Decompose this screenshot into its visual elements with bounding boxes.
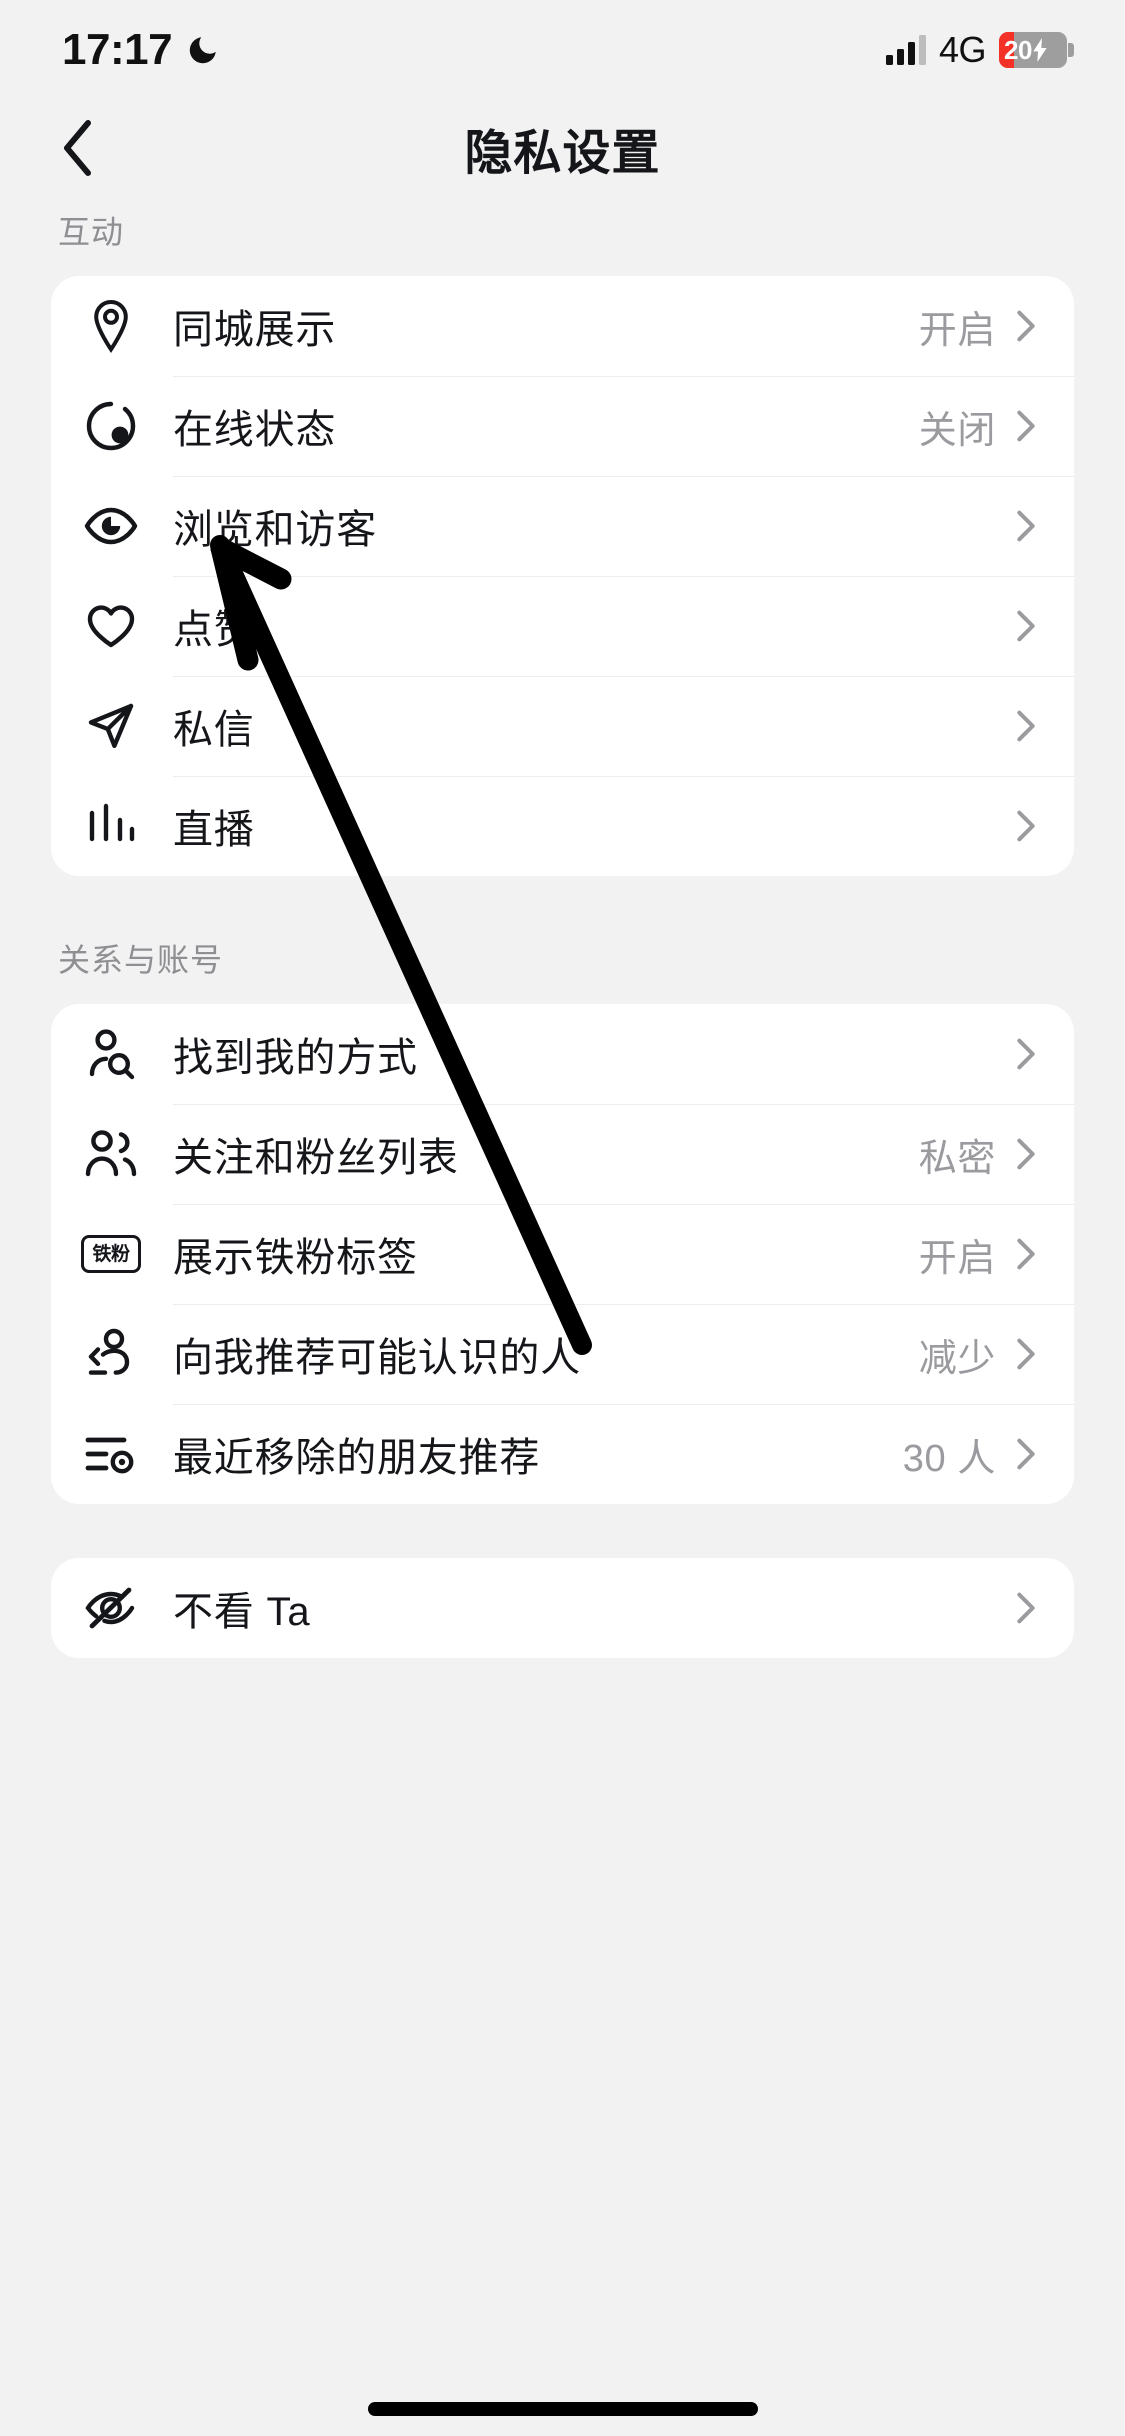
status-bar-left: 17:17 [62,28,220,72]
fan-badge-icon: 铁粉 [79,1222,143,1286]
network-type-label: 4G [938,29,987,70]
settings-row-likes[interactable]: 点赞 [51,576,1074,676]
battery-percent-label: 20 [1004,35,1032,65]
settings-row-online-status[interactable]: 在线状态 关闭 [51,376,1074,476]
moon-icon [189,37,216,64]
paper-plane-icon [79,694,143,758]
battery-indicator: 20 [999,32,1074,68]
chevron-left-icon [64,120,91,176]
list-remove-icon [79,1422,143,1486]
settings-content: 互动 同城展示 开启 在线状态 关闭 浏览和访客 点赞 私信 直播 关系与账号 … [0,196,1125,1658]
settings-row-label: 不看 Ta [173,1590,311,1634]
chevron-right-icon [1016,1237,1036,1271]
chevron-right-icon [1016,409,1036,443]
settings-row-label: 点赞 [173,608,255,652]
eye-icon [79,494,143,558]
settings-row-label: 向我推荐可能认识的人 [173,1336,581,1380]
person-search-icon [79,1022,143,1086]
settings-row-label: 在线状态 [173,408,337,452]
settings-row-dont-see-ta[interactable]: 不看 Ta [51,1558,1074,1658]
status-bar-right: 4G 20 [885,29,1074,70]
settings-row-value: 30 人 [902,1437,996,1480]
settings-row-direct-message[interactable]: 私信 [51,676,1074,776]
chevron-right-icon [1016,709,1036,743]
signal-bars-icon [885,35,926,65]
settings-row-label: 直播 [173,808,255,852]
battery-cap [1068,43,1074,57]
chevron-right-icon [1016,1337,1036,1371]
settings-row-find-me[interactable]: 找到我的方式 [51,1004,1074,1104]
page-title: 隐私设置 [464,127,661,180]
settings-row-label: 关注和粉丝列表 [173,1136,459,1180]
fan-badge-text: 铁粉 [92,1243,130,1265]
section-label-relationship-account: 关系与账号 [58,942,224,978]
settings-row-label: 私信 [173,708,255,752]
settings-card-blocklist: 不看 Ta [51,1558,1074,1658]
section-label-interaction: 互动 [58,214,125,250]
chevron-right-icon [1016,1137,1036,1171]
settings-row-label: 找到我的方式 [173,1036,418,1080]
settings-row-value: 关闭 [918,409,996,452]
heart-icon [79,594,143,658]
back-button[interactable] [34,100,120,196]
settings-row-label: 展示铁粉标签 [173,1236,418,1280]
settings-row-following-fans-list[interactable]: 关注和粉丝列表 私密 [51,1104,1074,1204]
person-suggest-icon [79,1322,143,1386]
settings-row-same-city[interactable]: 同城展示 开启 [51,276,1074,376]
settings-row-label: 最近移除的朋友推荐 [173,1436,541,1480]
settings-row-label: 浏览和访客 [173,508,377,552]
settings-row-value: 减少 [918,1337,996,1380]
settings-row-recently-removed-recommendations[interactable]: 最近移除的朋友推荐 30 人 [51,1404,1074,1504]
chevron-right-icon [1016,809,1036,843]
two-people-icon [79,1122,143,1186]
home-indicator [367,2402,758,2416]
status-time: 17:17 [62,25,173,74]
chevron-right-icon [1016,309,1036,343]
settings-row-value: 开启 [918,1237,996,1280]
settings-row-browsing-visitors[interactable]: 浏览和访客 [51,476,1074,576]
chevron-right-icon [1016,1037,1036,1071]
settings-row-show-fan-badge[interactable]: 铁粉 展示铁粉标签 开启 [51,1204,1074,1304]
chevron-right-icon [1016,1437,1036,1471]
live-bars-icon [79,794,143,858]
location-pin-icon [79,294,143,358]
status-bar: 17:17 4G 20 [0,0,1125,100]
settings-row-recommend-people[interactable]: 向我推荐可能认识的人 减少 [51,1304,1074,1404]
settings-card-interaction: 同城展示 开启 在线状态 关闭 浏览和访客 点赞 私信 直播 [51,276,1074,876]
online-status-icon [79,394,143,458]
lightning-bolt-icon [1033,38,1047,62]
settings-row-live[interactable]: 直播 [51,776,1074,876]
settings-row-value: 开启 [918,309,996,352]
settings-row-label: 同城展示 [173,308,337,352]
eye-off-icon [79,1576,143,1640]
navigation-bar: 隐私设置 [0,100,1125,196]
settings-card-relationship-account: 找到我的方式 关注和粉丝列表 私密 铁粉 展示铁粉标签 开启 向我推荐可能认识的… [51,1004,1074,1504]
chevron-right-icon [1016,1591,1036,1625]
chevron-right-icon [1016,509,1036,543]
settings-row-value: 私密 [918,1137,996,1180]
chevron-right-icon [1016,609,1036,643]
